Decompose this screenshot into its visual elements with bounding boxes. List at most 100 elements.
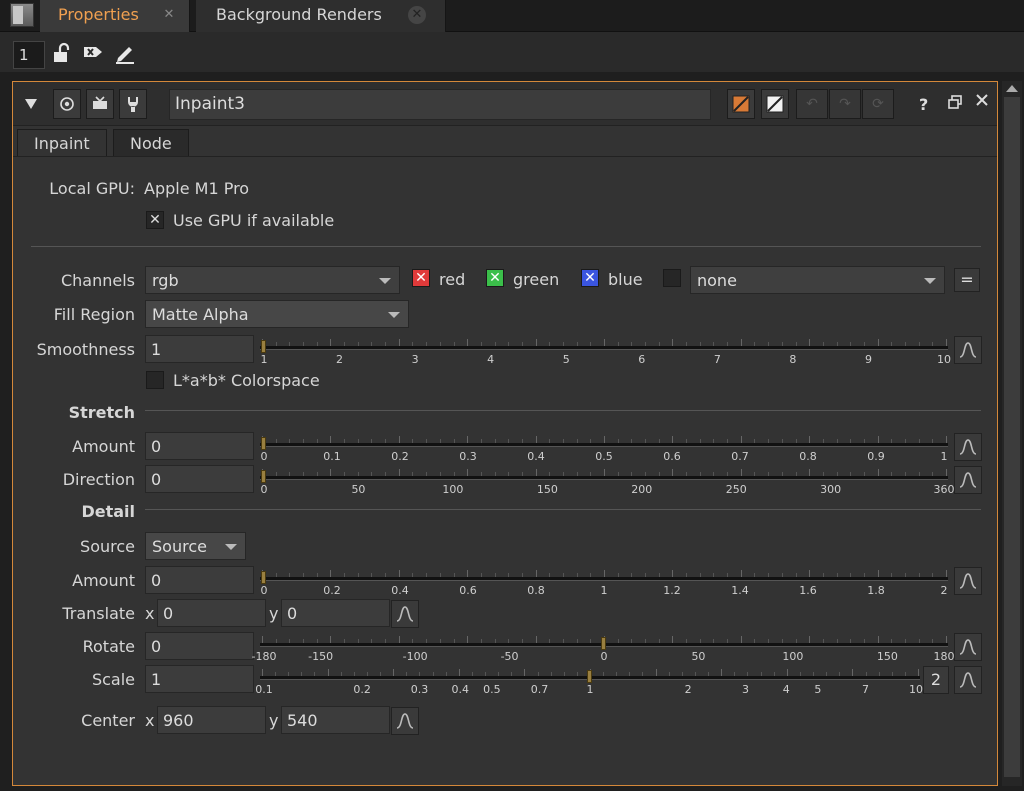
slider-tick-label: 1.4 xyxy=(731,584,749,597)
slider-tick xyxy=(946,436,947,443)
slider-tick xyxy=(262,669,263,676)
scale-dimensions-button[interactable]: 2 xyxy=(923,666,949,694)
pencil-icon[interactable] xyxy=(114,42,136,66)
slider-tick xyxy=(576,472,578,476)
slider-tick xyxy=(877,469,879,476)
center-node-icon[interactable] xyxy=(53,89,81,119)
rotate-label: Rotate xyxy=(82,637,135,656)
slider-tick xyxy=(809,436,811,443)
slider-tick xyxy=(877,339,879,346)
translate-x-input[interactable]: 0 xyxy=(157,599,266,627)
extra-channel-dropdown[interactable]: none xyxy=(690,266,945,294)
lab-colorspace-checkbox[interactable] xyxy=(146,371,164,389)
slider-tick xyxy=(760,672,762,676)
animation-curve-icon[interactable] xyxy=(391,600,419,628)
clear-panels-icon[interactable] xyxy=(82,42,104,66)
slider-tick xyxy=(668,672,670,676)
scrollbar-thumb[interactable] xyxy=(1004,97,1020,777)
slider-tick-label: 1 xyxy=(586,683,594,696)
animation-curve-icon[interactable] xyxy=(391,707,419,735)
stretch-direction-slider[interactable]: 0 50 100 150 200 250 300 360 xyxy=(260,468,955,496)
tab-background-renders[interactable]: Background Renders ✕ xyxy=(196,0,446,32)
lock-icon[interactable] xyxy=(51,42,73,66)
viewer-icon[interactable] xyxy=(86,89,114,119)
slider-handle[interactable] xyxy=(587,670,592,683)
slider-handle[interactable] xyxy=(261,437,266,450)
redo-icon[interactable]: ↷ xyxy=(829,89,861,119)
stretch-amount-input[interactable]: 0 xyxy=(145,432,254,460)
slider-handle[interactable] xyxy=(261,571,266,584)
detail-amount-slider[interactable]: 0 0.2 0.4 0.6 0.8 1 1.2 1.4 1.6 1.8 2 xyxy=(260,569,948,597)
close-icon[interactable]: ✕ xyxy=(160,6,178,24)
slider-tick xyxy=(412,472,414,476)
panel-grip-icon[interactable] xyxy=(10,3,34,27)
rotate-input[interactable]: 0 xyxy=(145,632,254,660)
slider-tick xyxy=(275,342,277,346)
translate-y-input[interactable]: 0 xyxy=(281,599,390,627)
smoothness-input[interactable]: 1 xyxy=(145,335,254,363)
viewer-color-icon[interactable] xyxy=(761,89,789,119)
animation-curve-icon[interactable] xyxy=(954,666,982,694)
equals-button[interactable]: = xyxy=(954,268,980,292)
scroll-up-icon[interactable] xyxy=(1006,85,1018,92)
rotate-slider[interactable]: -180 -150 -100 -50 0 50 100 150 180 xyxy=(252,635,955,663)
close-icon[interactable]: ✕ xyxy=(408,6,426,24)
node-color-icon[interactable] xyxy=(727,89,755,119)
center-x-input[interactable]: 960 xyxy=(157,706,266,734)
help-icon[interactable]: ? xyxy=(919,95,928,114)
fill-region-dropdown[interactable]: Matte Alpha xyxy=(145,300,409,328)
slider-tick xyxy=(344,639,346,643)
animation-curve-icon[interactable] xyxy=(954,466,982,494)
use-gpu-checkbox[interactable]: ✕ xyxy=(146,211,164,229)
slider-tick xyxy=(419,672,421,676)
slider-tick xyxy=(645,639,647,643)
channels-dropdown[interactable]: rgb xyxy=(145,266,400,294)
slider-tick-label: 0.2 xyxy=(391,450,409,463)
slider-tick xyxy=(521,472,523,476)
center-y-input[interactable]: 540 xyxy=(281,706,390,734)
slider-tick xyxy=(754,439,756,443)
animation-curve-icon[interactable] xyxy=(954,336,982,364)
scale-input[interactable]: 1 xyxy=(145,665,254,693)
tab-inpaint[interactable]: Inpaint xyxy=(17,129,107,157)
slider-tick xyxy=(344,439,346,443)
close-icon[interactable] xyxy=(975,92,989,111)
slider-handle[interactable] xyxy=(261,340,266,353)
animation-curve-icon[interactable] xyxy=(954,633,982,661)
max-panels-input[interactable]: 1 xyxy=(13,41,45,69)
revert-icon[interactable]: ⟳ xyxy=(862,89,894,119)
slider-tick xyxy=(836,439,838,443)
blue-channel-checkbox[interactable]: ✕ xyxy=(581,269,599,287)
animation-curve-icon[interactable] xyxy=(954,433,982,461)
slider-tick xyxy=(713,573,715,577)
slider-tick xyxy=(713,639,715,643)
slider-tick-label: 7 xyxy=(713,353,721,366)
slider-tick xyxy=(658,639,660,643)
extra-channel-checkbox[interactable] xyxy=(663,269,681,287)
animation-curve-icon[interactable] xyxy=(954,567,982,595)
collapse-toggle[interactable] xyxy=(17,89,45,119)
slider-handle[interactable] xyxy=(601,637,606,650)
slider-tick xyxy=(535,570,537,577)
node-name-input[interactable]: Inpaint3 xyxy=(169,89,711,120)
slider-tick xyxy=(289,573,291,577)
detail-amount-input[interactable]: 0 xyxy=(145,566,254,594)
green-channel-checkbox[interactable]: ✕ xyxy=(486,269,504,287)
scale-slider[interactable]: 0.1 0.2 0.3 0.4 0.5 0.7 1 2 3 4 5 7 10 xyxy=(255,668,923,696)
source-dropdown[interactable]: Source xyxy=(145,532,246,560)
slider-handle[interactable] xyxy=(261,470,266,483)
panel-scrollbar[interactable] xyxy=(1002,81,1022,786)
tab-properties[interactable]: Properties ✕ xyxy=(40,0,190,32)
red-channel-checkbox[interactable]: ✕ xyxy=(412,269,430,287)
wrench-icon[interactable] xyxy=(119,89,147,119)
stretch-direction-input[interactable]: 0 xyxy=(145,465,254,493)
float-panel-icon[interactable] xyxy=(948,94,962,113)
undo-icon[interactable]: ↶ xyxy=(796,89,828,119)
smoothness-slider[interactable]: 1 2 3 4 5 6 7 8 9 10 xyxy=(260,338,951,366)
chevron-down-icon xyxy=(225,544,237,550)
slider-tick-label: 1.2 xyxy=(663,584,681,597)
slider-tick xyxy=(371,472,373,476)
slider-tick xyxy=(850,472,852,476)
stretch-amount-slider[interactable]: 0 0.1 0.2 0.3 0.4 0.5 0.6 0.7 0.8 0.9 1 xyxy=(260,435,948,463)
tab-node[interactable]: Node xyxy=(113,129,189,157)
